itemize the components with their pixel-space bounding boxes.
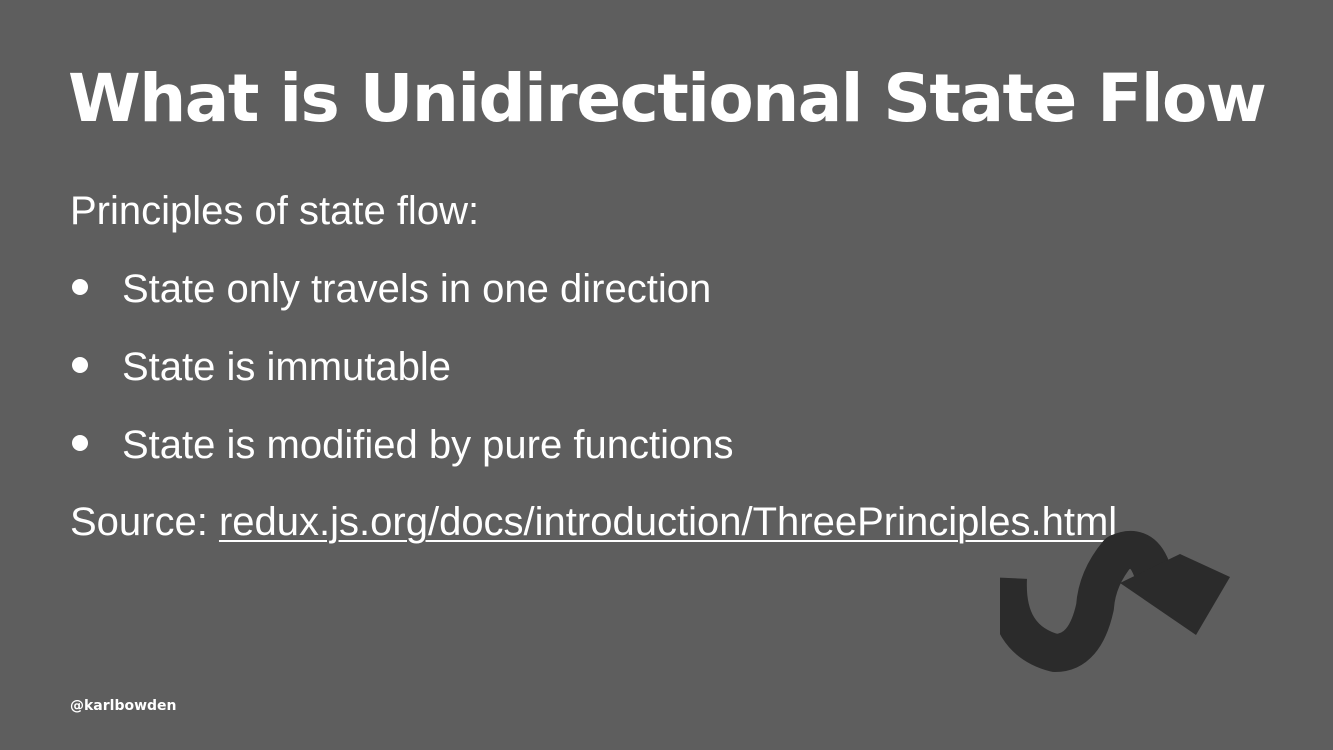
bullet-dot-icon bbox=[72, 279, 88, 295]
slide-title: What is Unidirectional State Flow bbox=[68, 60, 1267, 137]
footer-handle: @karlbowden bbox=[70, 698, 177, 714]
bullet-text: State is modified by pure functions bbox=[122, 423, 734, 467]
intro-text: Principles of state flow: bbox=[70, 189, 480, 233]
bullet-text: State is immutable bbox=[122, 345, 452, 389]
source-link[interactable]: redux.js.org/docs/introduction/ThreePrin… bbox=[219, 500, 1117, 544]
bullet-dot-icon bbox=[72, 435, 88, 451]
unidirectional-flow-arrow-icon bbox=[1000, 531, 1230, 672]
slide: What is Unidirectional State Flow Princi… bbox=[0, 0, 1333, 750]
source-line: Source: redux.js.org/docs/introduction/T… bbox=[70, 497, 1117, 547]
source-label: Source: bbox=[70, 500, 219, 544]
bullet-dot-icon bbox=[72, 357, 88, 373]
bullet-text: State only travels in one direction bbox=[122, 267, 712, 311]
